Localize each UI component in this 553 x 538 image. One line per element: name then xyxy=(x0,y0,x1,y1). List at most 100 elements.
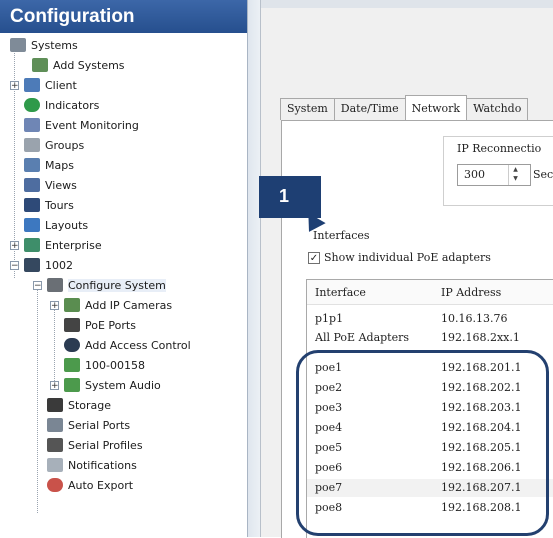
collapse-configure-system-toggle[interactable]: − xyxy=(33,281,42,291)
tree-item-system-audio[interactable]: System Audio xyxy=(64,375,161,395)
tree-item-layouts[interactable]: Layouts xyxy=(24,215,88,235)
tree-item-label: Systems xyxy=(31,38,78,52)
expand-system-audio-toggle[interactable]: + xyxy=(50,381,59,391)
tree-item-label: Views xyxy=(45,178,77,192)
tree-item-label: Enterprise xyxy=(45,238,102,252)
tree-line xyxy=(54,305,55,383)
tree-item-label: Storage xyxy=(68,398,112,412)
tree-item-label: Serial Ports xyxy=(68,418,131,432)
stepper-down-icon[interactable]: ▼ xyxy=(509,174,522,183)
stepper-buttons[interactable]: ▲ ▼ xyxy=(508,165,522,185)
tree-item-label: Notifications xyxy=(68,458,137,472)
serial-ports-icon xyxy=(47,418,63,432)
configuration-panel: Configuration Systems Add Systems + Clie… xyxy=(0,0,248,537)
column-header-interface[interactable]: Interface xyxy=(315,286,366,299)
tree-item-label: Configure System xyxy=(68,278,166,292)
tab-watchdog[interactable]: Watchdo xyxy=(466,98,529,120)
indicators-icon xyxy=(24,98,40,112)
tree-item-label: Layouts xyxy=(45,218,89,232)
interface-cell: All PoE Adapters xyxy=(315,331,409,344)
client-icon xyxy=(24,78,40,92)
serial-profiles-icon xyxy=(47,438,63,452)
interfaces-list-header: Interface IP Address xyxy=(307,280,553,305)
tree-item-enterprise[interactable]: Enterprise xyxy=(24,235,102,255)
add-access-control-icon xyxy=(64,338,80,352)
tree-item-serial-profiles[interactable]: Serial Profiles xyxy=(47,435,143,455)
checkbox-check-icon[interactable]: ✓ xyxy=(308,251,320,264)
tree-item-label: Groups xyxy=(45,138,85,152)
configure-system-icon xyxy=(47,278,63,292)
tree-item-client[interactable]: Client xyxy=(24,75,77,95)
tree-item-configure-system[interactable]: Configure System xyxy=(47,275,166,295)
systems-icon xyxy=(10,38,26,52)
tree-item-label: Add IP Cameras xyxy=(85,298,173,312)
tab-system[interactable]: System xyxy=(280,98,335,120)
tree-item-label: Tours xyxy=(45,198,74,212)
tree-item-1002[interactable]: 1002 xyxy=(24,255,73,275)
tree-item-label: System Audio xyxy=(85,378,161,392)
tree-item-poe-ports[interactable]: PoE Ports xyxy=(64,315,136,335)
tree-item-groups[interactable]: Groups xyxy=(24,135,84,155)
ip-reconnection-stepper[interactable]: 300 ▲ ▼ xyxy=(457,164,531,186)
auto-export-icon xyxy=(47,478,63,492)
storage-icon xyxy=(47,398,63,412)
tab-network[interactable]: Network xyxy=(404,95,468,120)
expand-client-toggle[interactable]: + xyxy=(10,81,19,91)
tree-item-label: Serial Profiles xyxy=(68,438,143,452)
add-ip-cameras-icon xyxy=(64,298,80,312)
maps-icon xyxy=(24,158,40,172)
access-control-device-icon xyxy=(64,358,80,372)
tree-item-label: Event Monitoring xyxy=(45,118,139,132)
groups-icon xyxy=(24,138,40,152)
window-top-band xyxy=(261,0,553,8)
event-monitoring-icon xyxy=(24,118,40,132)
tree-item-systems[interactable]: Systems xyxy=(10,35,78,55)
column-header-ip-address[interactable]: IP Address xyxy=(441,286,501,299)
panel-title: Configuration xyxy=(0,0,247,33)
tree-item-auto-export[interactable]: Auto Export xyxy=(47,475,133,495)
ip-reconnection-value: 300 xyxy=(464,168,485,181)
tree-item-label: 1002 xyxy=(45,258,73,272)
settings-tabs: System Date/Time Network Watchdo xyxy=(280,95,529,120)
tree-item-label: Auto Export xyxy=(68,478,134,492)
show-poe-adapters-label: Show individual PoE adapters xyxy=(324,251,491,264)
ip-address-cell: 10.16.13.76 xyxy=(441,312,508,325)
tours-icon xyxy=(24,198,40,212)
expand-add-ip-cameras-toggle[interactable]: + xyxy=(50,301,59,311)
tree-item-add-access-control[interactable]: Add Access Control xyxy=(64,335,191,355)
ip-address-cell: 192.168.2xx.1 xyxy=(441,331,520,344)
tree-item-100-00158[interactable]: 100-00158 xyxy=(64,355,145,375)
tree-item-indicators[interactable]: Indicators xyxy=(24,95,99,115)
expand-enterprise-toggle[interactable]: + xyxy=(10,241,19,251)
tree-item-tours[interactable]: Tours xyxy=(24,195,74,215)
tree-item-add-ip-cameras[interactable]: Add IP Cameras xyxy=(64,295,172,315)
system-1002-icon xyxy=(24,258,40,272)
tree-item-label: Maps xyxy=(45,158,74,172)
step-number: 1 xyxy=(279,186,290,206)
tree-item-notifications[interactable]: Notifications xyxy=(47,455,137,475)
tree-item-views[interactable]: Views xyxy=(24,175,77,195)
tree-item-maps[interactable]: Maps xyxy=(24,155,74,175)
tree-item-label: Client xyxy=(45,78,77,92)
poe-ports-icon xyxy=(64,318,80,332)
layouts-icon xyxy=(24,218,40,232)
stepper-up-icon[interactable]: ▲ xyxy=(509,165,522,174)
interface-cell: p1p1 xyxy=(315,312,344,325)
show-poe-adapters-checkbox[interactable]: ✓ Show individual PoE adapters xyxy=(308,251,491,264)
tree-item-event-monitoring[interactable]: Event Monitoring xyxy=(24,115,139,135)
ip-reconnection-unit: Sec xyxy=(533,168,553,181)
tab-date-time[interactable]: Date/Time xyxy=(333,98,406,120)
collapse-1002-toggle[interactable]: − xyxy=(10,261,19,271)
notifications-icon xyxy=(47,458,63,472)
ip-reconnection-label: IP Reconnectio xyxy=(457,142,542,155)
tree-item-label: Indicators xyxy=(45,98,100,112)
add-systems-icon xyxy=(32,58,48,72)
tree-item-storage[interactable]: Storage xyxy=(47,395,111,415)
tree-item-add-systems[interactable]: Add Systems xyxy=(32,55,125,75)
table-row[interactable]: p1p1 10.16.13.76 xyxy=(307,310,553,328)
views-icon xyxy=(24,178,40,192)
table-row[interactable]: All PoE Adapters 192.168.2xx.1 xyxy=(307,329,553,347)
tree-item-serial-ports[interactable]: Serial Ports xyxy=(47,415,130,435)
tree-item-label: Add Systems xyxy=(53,58,125,72)
tree-line xyxy=(37,285,38,513)
